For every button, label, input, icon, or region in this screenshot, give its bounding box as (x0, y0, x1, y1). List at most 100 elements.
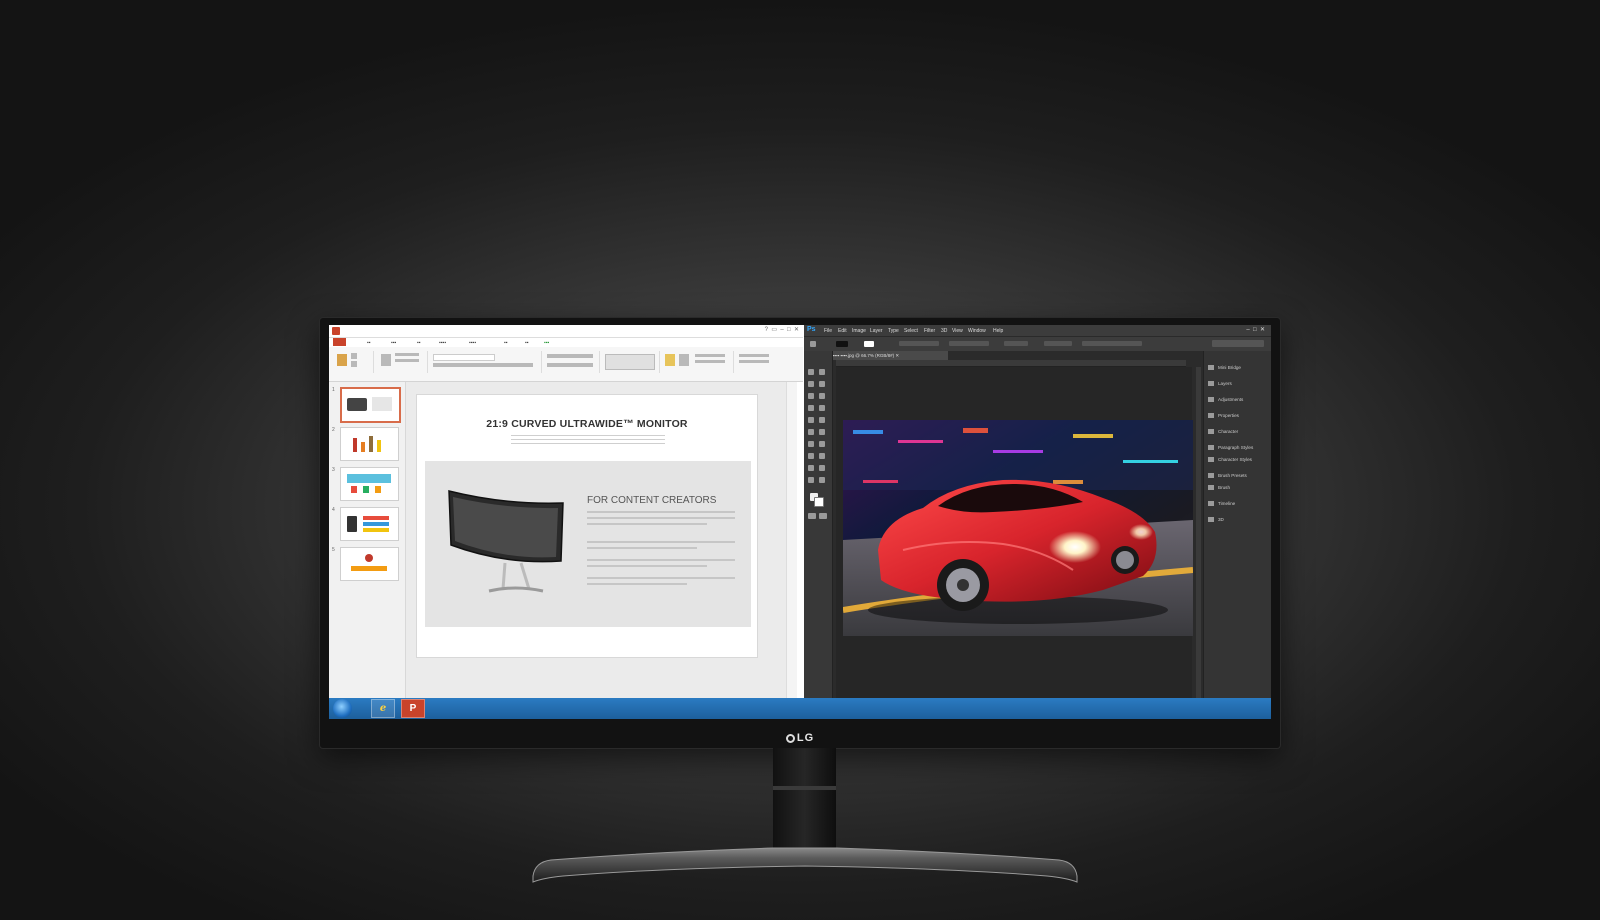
history-brush-tool-icon[interactable] (819, 417, 825, 423)
stroke-swatch[interactable] (864, 341, 874, 347)
workspace-select[interactable] (1212, 340, 1264, 347)
start-orb-icon[interactable] (333, 699, 352, 718)
replace-button[interactable] (739, 360, 769, 363)
lasso-tool-icon[interactable] (808, 381, 814, 387)
tab-4[interactable]: ▪▪▪▪ (439, 340, 446, 346)
constrain-path-checkbox[interactable] (1082, 341, 1142, 346)
path-select-tool-icon[interactable] (808, 465, 814, 471)
menu-file[interactable]: File (824, 328, 832, 334)
panel-layers[interactable]: Layers (1208, 381, 1232, 386)
paragraph-buttons[interactable] (547, 354, 593, 358)
move-tool-icon[interactable] (808, 369, 814, 375)
tab-file[interactable] (333, 338, 347, 346)
menu-select[interactable]: Select (904, 328, 918, 334)
layout-button[interactable] (395, 353, 419, 356)
shape-fill-button[interactable] (695, 354, 725, 357)
panel-mini-bridge[interactable]: Mini Bridge (1208, 365, 1241, 370)
tab-tools[interactable]: ▪▪▪ (544, 340, 549, 346)
panel-brush-presets[interactable]: Brush Presets (1208, 473, 1247, 478)
menu-3d[interactable]: 3D (941, 328, 947, 334)
tab-3[interactable]: ▪▪ (417, 340, 421, 346)
brush-tool-icon[interactable] (819, 405, 825, 411)
window-controls[interactable]: ? ▭ – □ ✕ (765, 326, 799, 333)
menu-edit[interactable]: Edit (838, 328, 847, 334)
slide-thumbnail-3[interactable] (340, 467, 399, 501)
tab-6[interactable]: ▪▪ (504, 340, 508, 346)
new-slide-icon[interactable] (381, 354, 391, 366)
sports-car-photo[interactable] (843, 420, 1193, 636)
menu-view[interactable]: View (952, 328, 963, 334)
panel-character[interactable]: Character (1208, 429, 1238, 434)
powerpoint-icon[interactable]: P (401, 699, 425, 718)
menu-layer[interactable]: Layer (870, 328, 883, 334)
stamp-tool-icon[interactable] (808, 417, 814, 423)
stroke-width-field[interactable] (899, 341, 939, 346)
gradient-tool-icon[interactable] (819, 429, 825, 435)
slide-body-text (587, 523, 707, 525)
menu-filter[interactable]: Filter (924, 328, 935, 334)
tab-5[interactable]: ▪▪▪▪ (469, 340, 476, 346)
quick-select-tool-icon[interactable] (819, 381, 825, 387)
healing-tool-icon[interactable] (808, 405, 814, 411)
menu-image[interactable]: Image (852, 328, 866, 334)
dodge-tool-icon[interactable] (819, 441, 825, 447)
align-edges-checkbox[interactable] (1044, 341, 1072, 346)
align-buttons[interactable] (547, 363, 593, 367)
document-tab[interactable]: ▪▪▪▪▪▪▪ ▪▪▪▪.jpg @ 66.7% (RGB/8#) ✕ (822, 351, 948, 360)
slide-thumbnail-4[interactable] (340, 507, 399, 541)
cut-icon[interactable] (351, 353, 357, 359)
tab-2[interactable]: ▪▪▪ (391, 340, 396, 346)
slide-thumbnail-2[interactable] (340, 427, 399, 461)
find-button[interactable] (739, 354, 769, 357)
slide-thumbnail-1[interactable] (340, 387, 401, 423)
hand-tool-icon[interactable] (808, 477, 814, 483)
path-operations[interactable] (1004, 341, 1028, 346)
font-name-field[interactable] (433, 354, 495, 361)
shape-outline-button[interactable] (695, 360, 725, 363)
zoom-tool-icon[interactable] (819, 477, 825, 483)
photoshop-logo: Ps (807, 326, 816, 333)
slide-thumbnail-pane: 1 2 3 4 5 (329, 382, 406, 698)
window-controls[interactable]: – □ ✕ (1246, 326, 1265, 333)
shapes-gallery[interactable] (605, 354, 655, 370)
quick-mask-icon[interactable] (808, 513, 816, 519)
pen-tool-icon[interactable] (808, 453, 814, 459)
panel-adjustments[interactable]: Adjustments (1208, 397, 1243, 402)
monitor: ? ▭ – □ ✕ ▪▪ ▪▪▪ ▪▪ ▪▪▪▪ ▪▪▪▪ ▪▪ ▪▪ ▪▪▪ (320, 318, 1280, 748)
quick-styles-icon[interactable] (679, 354, 689, 366)
ppt-vertical-scrollbar[interactable] (786, 382, 797, 698)
panel-timeline[interactable]: Timeline (1208, 501, 1235, 506)
panel-properties[interactable]: Properties (1208, 413, 1239, 418)
panel-3d[interactable]: 3D (1208, 517, 1224, 522)
current-slide[interactable]: 21:9 CURVED ULTRAWIDE™ MONITOR FOR CONTE… (416, 394, 758, 658)
internet-explorer-icon[interactable]: e (371, 699, 395, 718)
slide-body-text (587, 577, 735, 579)
background-color-swatch[interactable] (814, 497, 824, 507)
panel-brush[interactable]: Brush (1208, 485, 1230, 490)
ps-vertical-scrollbar[interactable] (1196, 367, 1201, 698)
panel-paragraph-styles[interactable]: Paragraph Styles (1208, 445, 1253, 450)
tab-1[interactable]: ▪▪ (367, 340, 371, 346)
path-tool-icon[interactable] (810, 341, 816, 347)
marquee-tool-icon[interactable] (819, 369, 825, 375)
copy-icon[interactable] (351, 361, 357, 367)
paste-icon[interactable] (337, 354, 347, 366)
eraser-tool-icon[interactable] (808, 429, 814, 435)
tab-7[interactable]: ▪▪ (525, 340, 529, 346)
arrange-icon[interactable] (665, 354, 675, 366)
menu-window[interactable]: Window (968, 328, 986, 334)
type-tool-icon[interactable] (819, 453, 825, 459)
screen-mode-icon[interactable] (819, 513, 827, 519)
menu-help[interactable]: Help (993, 328, 1003, 334)
slide-thumbnail-5[interactable] (340, 547, 399, 581)
menu-type[interactable]: Type (888, 328, 899, 334)
reset-button[interactable] (395, 359, 419, 362)
fill-swatch[interactable] (836, 341, 848, 347)
crop-tool-icon[interactable] (808, 393, 814, 399)
panel-character-styles[interactable]: Character Styles (1208, 457, 1252, 462)
font-format-buttons[interactable] (433, 363, 533, 367)
blur-tool-icon[interactable] (808, 441, 814, 447)
eyedropper-tool-icon[interactable] (819, 393, 825, 399)
width-height-fields[interactable] (949, 341, 989, 346)
shape-tool-icon[interactable] (819, 465, 825, 471)
